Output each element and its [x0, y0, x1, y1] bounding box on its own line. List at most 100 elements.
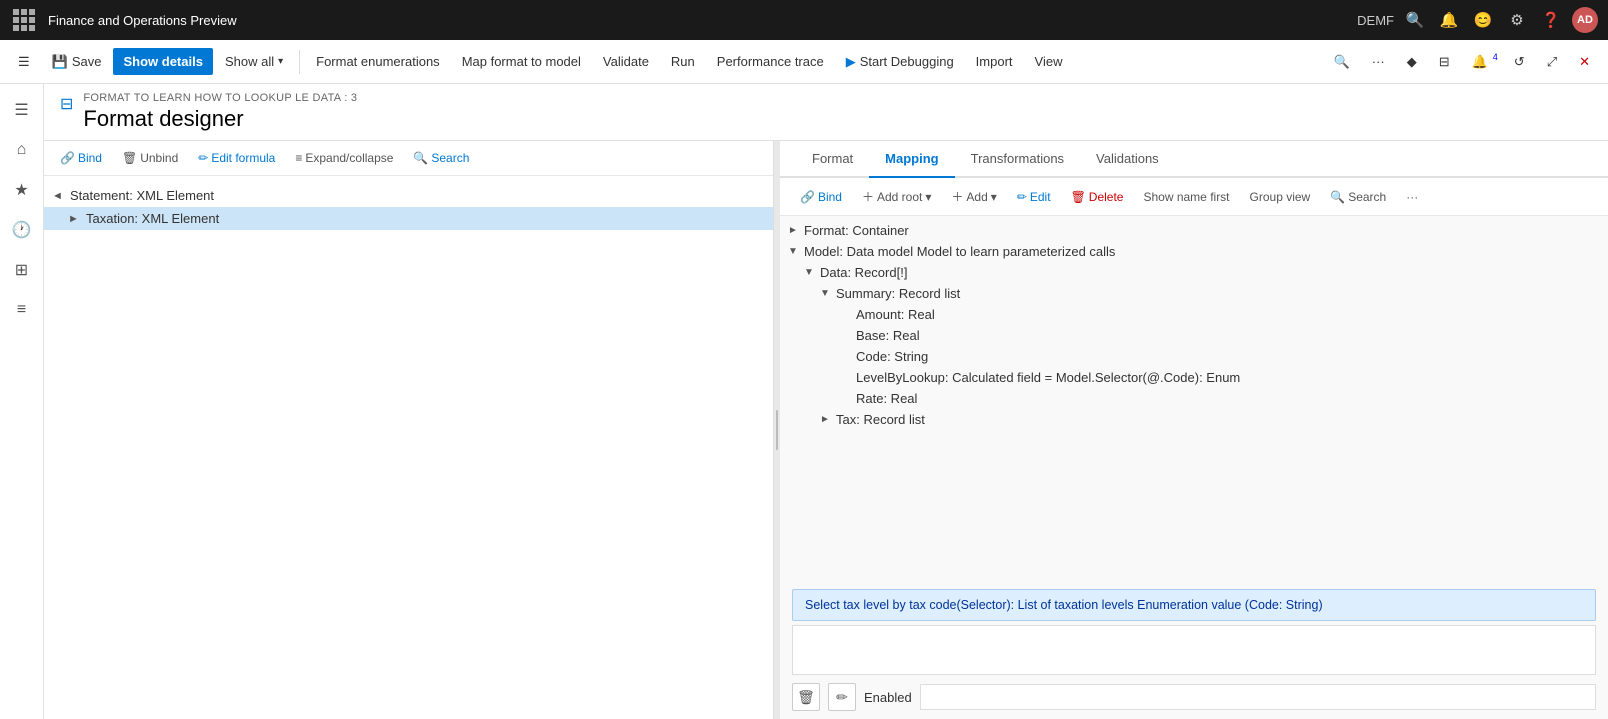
formula-edit-area[interactable] — [792, 625, 1596, 675]
close-button[interactable]: ✕ — [1569, 48, 1600, 76]
selected-formula-box[interactable]: Select tax level by tax code(Selector): … — [792, 589, 1596, 621]
right-bind-button[interactable]: 🔗 Bind — [792, 186, 850, 208]
rail-home-icon[interactable]: ⌂ — [4, 132, 40, 168]
rail-workspaces-icon[interactable]: ⊞ — [4, 252, 40, 288]
refresh-button[interactable]: ↺ — [1504, 48, 1535, 76]
tab-transformations[interactable]: Transformations — [955, 141, 1080, 178]
enabled-section: 🗑 ✏ Enabled — [792, 683, 1596, 711]
rail-favorites-icon[interactable]: ★ — [4, 172, 40, 208]
tab-validations[interactable]: Validations — [1080, 141, 1175, 178]
tab-bar: Format Mapping Transformations Validatio… — [780, 141, 1608, 178]
rail-list-icon[interactable]: ≡ — [4, 292, 40, 328]
more-options-button[interactable]: ··· — [1362, 48, 1395, 75]
add-root-chevron: ▾ — [925, 190, 931, 204]
model-item-format-container[interactable]: ► Format: Container — [780, 220, 1608, 241]
validate-button[interactable]: Validate — [593, 48, 659, 75]
main-layout: ☰ ⌂ ★ 🕐 ⊞ ≡ ⊟ FORMAT TO LEARN HOW TO LOO… — [0, 84, 1608, 719]
edit-formula-icon: ✏ — [198, 151, 208, 165]
bind-button[interactable]: 🔗 Bind — [52, 147, 110, 169]
right-pane: Format Mapping Transformations Validatio… — [780, 141, 1608, 719]
right-pane-toolbar: 🔗 Bind ＋ Add root ▾ ＋ Add ▾ ✏ — [780, 178, 1608, 216]
expand-window-button[interactable]: ⤢ — [1537, 48, 1567, 76]
expand-collapse-button[interactable]: ≡ Expand/collapse — [287, 147, 401, 169]
group-view-button[interactable]: Group view — [1242, 186, 1319, 208]
search-cmd-button[interactable]: 🔍 — [1324, 48, 1360, 76]
content-area: ⊟ FORMAT TO LEARN HOW TO LOOKUP LE DATA … — [44, 84, 1608, 719]
tab-format[interactable]: Format — [796, 141, 869, 178]
search-icon[interactable]: 🔍 — [1402, 7, 1428, 33]
filter-icon[interactable]: ⊟ — [60, 94, 73, 114]
environment-label: DEMF — [1357, 13, 1394, 28]
right-search-button[interactable]: 🔍 Search — [1322, 186, 1394, 208]
tree-expand-icon-statement: ◄ — [52, 190, 68, 202]
tab-mapping[interactable]: Mapping — [869, 141, 954, 178]
add-root-plus-icon: ＋ — [862, 188, 874, 205]
separator-1 — [299, 50, 300, 74]
enabled-edit-button[interactable]: ✏ — [828, 683, 856, 711]
model-item-summary[interactable]: ▼ Summary: Record list — [780, 283, 1608, 304]
unbind-button[interactable]: 🗑 Unbind — [114, 147, 186, 169]
model-item-code[interactable]: Code: String — [780, 346, 1608, 367]
map-format-to-model-button[interactable]: Map format to model — [452, 48, 591, 75]
model-item-data-model[interactable]: ▼ Model: Data model Model to learn param… — [780, 241, 1608, 262]
show-name-first-button[interactable]: Show name first — [1135, 186, 1237, 208]
import-button[interactable]: Import — [966, 48, 1023, 75]
bell-icon[interactable]: 🔔 — [1436, 7, 1462, 33]
delete-button[interactable]: 🗑 Delete — [1063, 186, 1132, 208]
add-root-button[interactable]: ＋ Add root ▾ — [854, 184, 939, 209]
expand-icon-summary: ▼ — [820, 288, 836, 299]
help-icon[interactable]: ❓ — [1538, 7, 1564, 33]
app-grid-icon — [13, 9, 35, 31]
show-all-button[interactable]: Show all ▾ — [215, 48, 293, 75]
add-button[interactable]: ＋ Add ▾ — [943, 184, 1004, 209]
title-bar: Finance and Operations Preview DEMF 🔍 🔔 … — [0, 0, 1608, 40]
rail-recent-icon[interactable]: 🕐 — [4, 212, 40, 248]
expand-icon-model: ▼ — [788, 246, 804, 257]
menu-toggle-button[interactable]: ☰ — [8, 48, 40, 76]
smiley-icon[interactable]: 😊 — [1470, 7, 1496, 33]
model-item-tax[interactable]: ► Tax: Record list — [780, 409, 1608, 430]
page-title: Format designer — [83, 106, 357, 132]
gear-icon[interactable]: ⚙ — [1504, 7, 1530, 33]
left-search-icon: 🔍 — [413, 151, 428, 165]
model-item-rate[interactable]: Rate: Real — [780, 388, 1608, 409]
save-button[interactable]: 💾 Save — [42, 48, 112, 76]
tree-item-statement[interactable]: ◄ Statement: XML Element — [44, 184, 773, 207]
start-debugging-button[interactable]: ▶ Start Debugging — [836, 48, 964, 76]
enabled-edit-icon: ✏ — [836, 689, 848, 706]
show-details-button[interactable]: Show details — [113, 48, 212, 75]
add-icon: ＋ — [951, 188, 963, 205]
unbind-icon: 🗑 — [122, 151, 137, 165]
expand-icon-tax: ► — [820, 414, 836, 425]
enabled-value-box[interactable] — [920, 684, 1596, 710]
rail-menu-icon[interactable]: ☰ — [4, 92, 40, 128]
edit-formula-button[interactable]: ✏ Edit formula — [190, 147, 283, 169]
performance-trace-button[interactable]: Performance trace — [707, 48, 834, 75]
bind-icon: 🔗 — [60, 151, 75, 165]
model-item-levelbylookup[interactable]: LevelByLookup: Calculated field = Model.… — [780, 367, 1608, 388]
model-item-base[interactable]: Base: Real — [780, 325, 1608, 346]
model-item-amount[interactable]: Amount: Real — [780, 304, 1608, 325]
debug-icon: ▶ — [846, 54, 856, 70]
add-chevron: ▾ — [991, 190, 997, 204]
app-grid-button[interactable] — [10, 6, 38, 34]
expand-icon-format: ► — [788, 225, 804, 236]
more-button[interactable]: ··· — [1398, 186, 1426, 208]
notification-badge-button[interactable]: 🔔4 — [1462, 48, 1502, 76]
view-button[interactable]: View — [1025, 48, 1073, 75]
edit-button[interactable]: ✏ Edit — [1009, 186, 1059, 208]
enabled-delete-button[interactable]: 🗑 — [792, 683, 820, 711]
tree-item-taxation[interactable]: ► Taxation: XML Element — [44, 207, 773, 230]
left-search-button[interactable]: 🔍 Search — [405, 147, 477, 169]
run-button[interactable]: Run — [661, 48, 705, 75]
split-view-button[interactable]: ⊟ — [1429, 48, 1460, 76]
app-title: Finance and Operations Preview — [48, 13, 1347, 28]
expand-icon-data: ▼ — [804, 267, 820, 278]
model-item-data-record[interactable]: ▼ Data: Record[!] — [780, 262, 1608, 283]
show-all-chevron: ▾ — [278, 56, 283, 67]
breadcrumb: FORMAT TO LEARN HOW TO LOOKUP LE DATA : … — [83, 92, 357, 104]
avatar[interactable]: AD — [1572, 7, 1598, 33]
enabled-label: Enabled — [864, 690, 912, 705]
format-enumerations-button[interactable]: Format enumerations — [306, 48, 450, 75]
diamond-icon-button[interactable]: ◆ — [1397, 48, 1427, 76]
